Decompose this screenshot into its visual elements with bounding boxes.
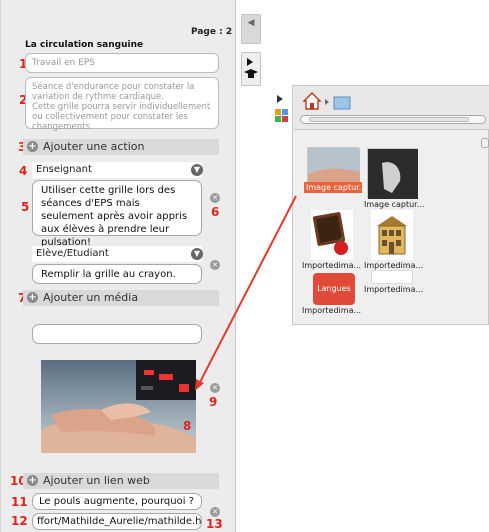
drag-arrow — [195, 195, 297, 391]
